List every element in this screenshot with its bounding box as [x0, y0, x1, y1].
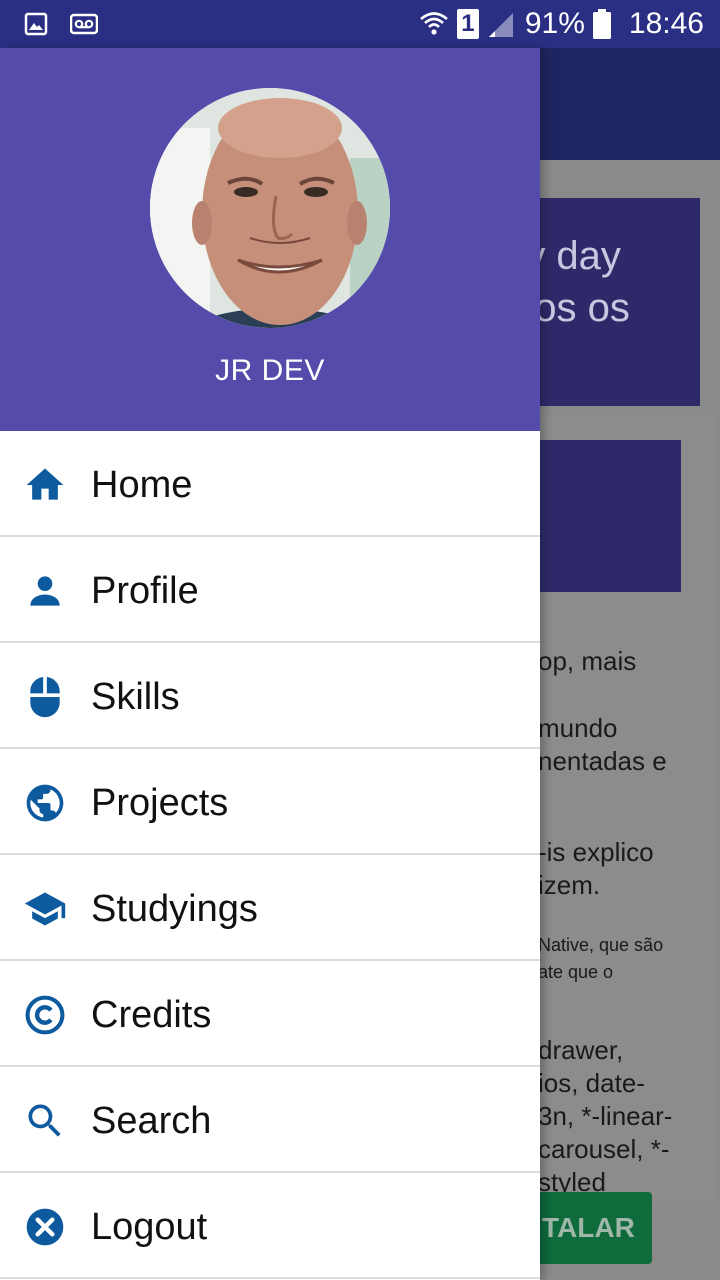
wifi-icon [420, 12, 448, 35]
menu-item-studyings[interactable]: Studyings [0, 855, 540, 961]
person-icon [30, 576, 60, 606]
search-icon [28, 1104, 61, 1137]
banner-line: dos os [512, 286, 630, 330]
globe-icon [26, 784, 64, 822]
mouse-icon [30, 677, 60, 718]
avatar [150, 88, 390, 328]
menu-item-profile[interactable]: Profile [0, 537, 540, 643]
content-text-line: mundo [538, 713, 618, 743]
menu-item-label: Credits [91, 994, 212, 1036]
clock: 18:46 [628, 7, 704, 40]
menu-item-label: Search [91, 1100, 212, 1142]
menu-item-credits[interactable]: Credits [0, 961, 540, 1067]
menu-item-label: Studyings [91, 888, 258, 930]
menu-item-projects[interactable]: Projects [0, 749, 540, 855]
menu-item-skills[interactable]: Skills [0, 643, 540, 749]
graduation-cap-icon [24, 892, 66, 926]
sim-icon: 1 [456, 9, 479, 39]
menu-item-label: Home [91, 464, 193, 506]
drawer-header: JR DEV [0, 48, 540, 431]
content-text-line: carousel, *- [538, 1134, 670, 1164]
content-text-line: 3n, *-linear- [538, 1101, 673, 1131]
menu-item-label: Projects [91, 782, 229, 824]
menu-item-label: Profile [91, 570, 199, 612]
content-text: Native, que são ate que o [538, 932, 663, 986]
content-text-line: drawer, [538, 1035, 624, 1065]
menu-item-label: Logout [91, 1206, 208, 1248]
content-text: drawer, ios, date- 3n, *-linear- carouse… [538, 1034, 672, 1199]
user-name: JR DEV [215, 354, 325, 387]
avatar-photo [150, 88, 390, 328]
content-text: op, mais [538, 646, 637, 676]
content-text-line: -is explico [538, 837, 654, 867]
drawer-menu: Home Profile Skills Projects Studyings C… [0, 431, 540, 1279]
copyright-icon [25, 995, 65, 1035]
content-text-line: ate que o [538, 962, 614, 982]
menu-item-logout[interactable]: Logout [0, 1173, 540, 1279]
menu-item-search[interactable]: Search [0, 1067, 540, 1173]
menu-item-home[interactable]: Home [0, 431, 540, 537]
content-text-line: ios, date- [538, 1068, 645, 1098]
content-text-line: izem. [538, 870, 601, 900]
battery-percent: 91% [524, 7, 585, 40]
close-circle-icon [26, 1208, 64, 1246]
image-icon [24, 12, 48, 36]
status-bar: 1 91% 18:46 [0, 0, 720, 48]
menu-item-label: Skills [91, 676, 180, 718]
battery-icon [592, 9, 611, 39]
signal-icon [488, 13, 513, 37]
content-text: -is explico izem. [538, 836, 654, 902]
home-icon [26, 468, 64, 500]
voicemail-icon [70, 13, 98, 35]
content-text: mundo nentadas e [538, 712, 667, 778]
navigation-drawer: JR DEV Home Profile Skills Projects Stud… [0, 48, 540, 1280]
content-text-line: nentadas e [538, 746, 667, 776]
content-text-line: Native, que são [538, 935, 664, 955]
banner-line: ry day [512, 234, 621, 278]
